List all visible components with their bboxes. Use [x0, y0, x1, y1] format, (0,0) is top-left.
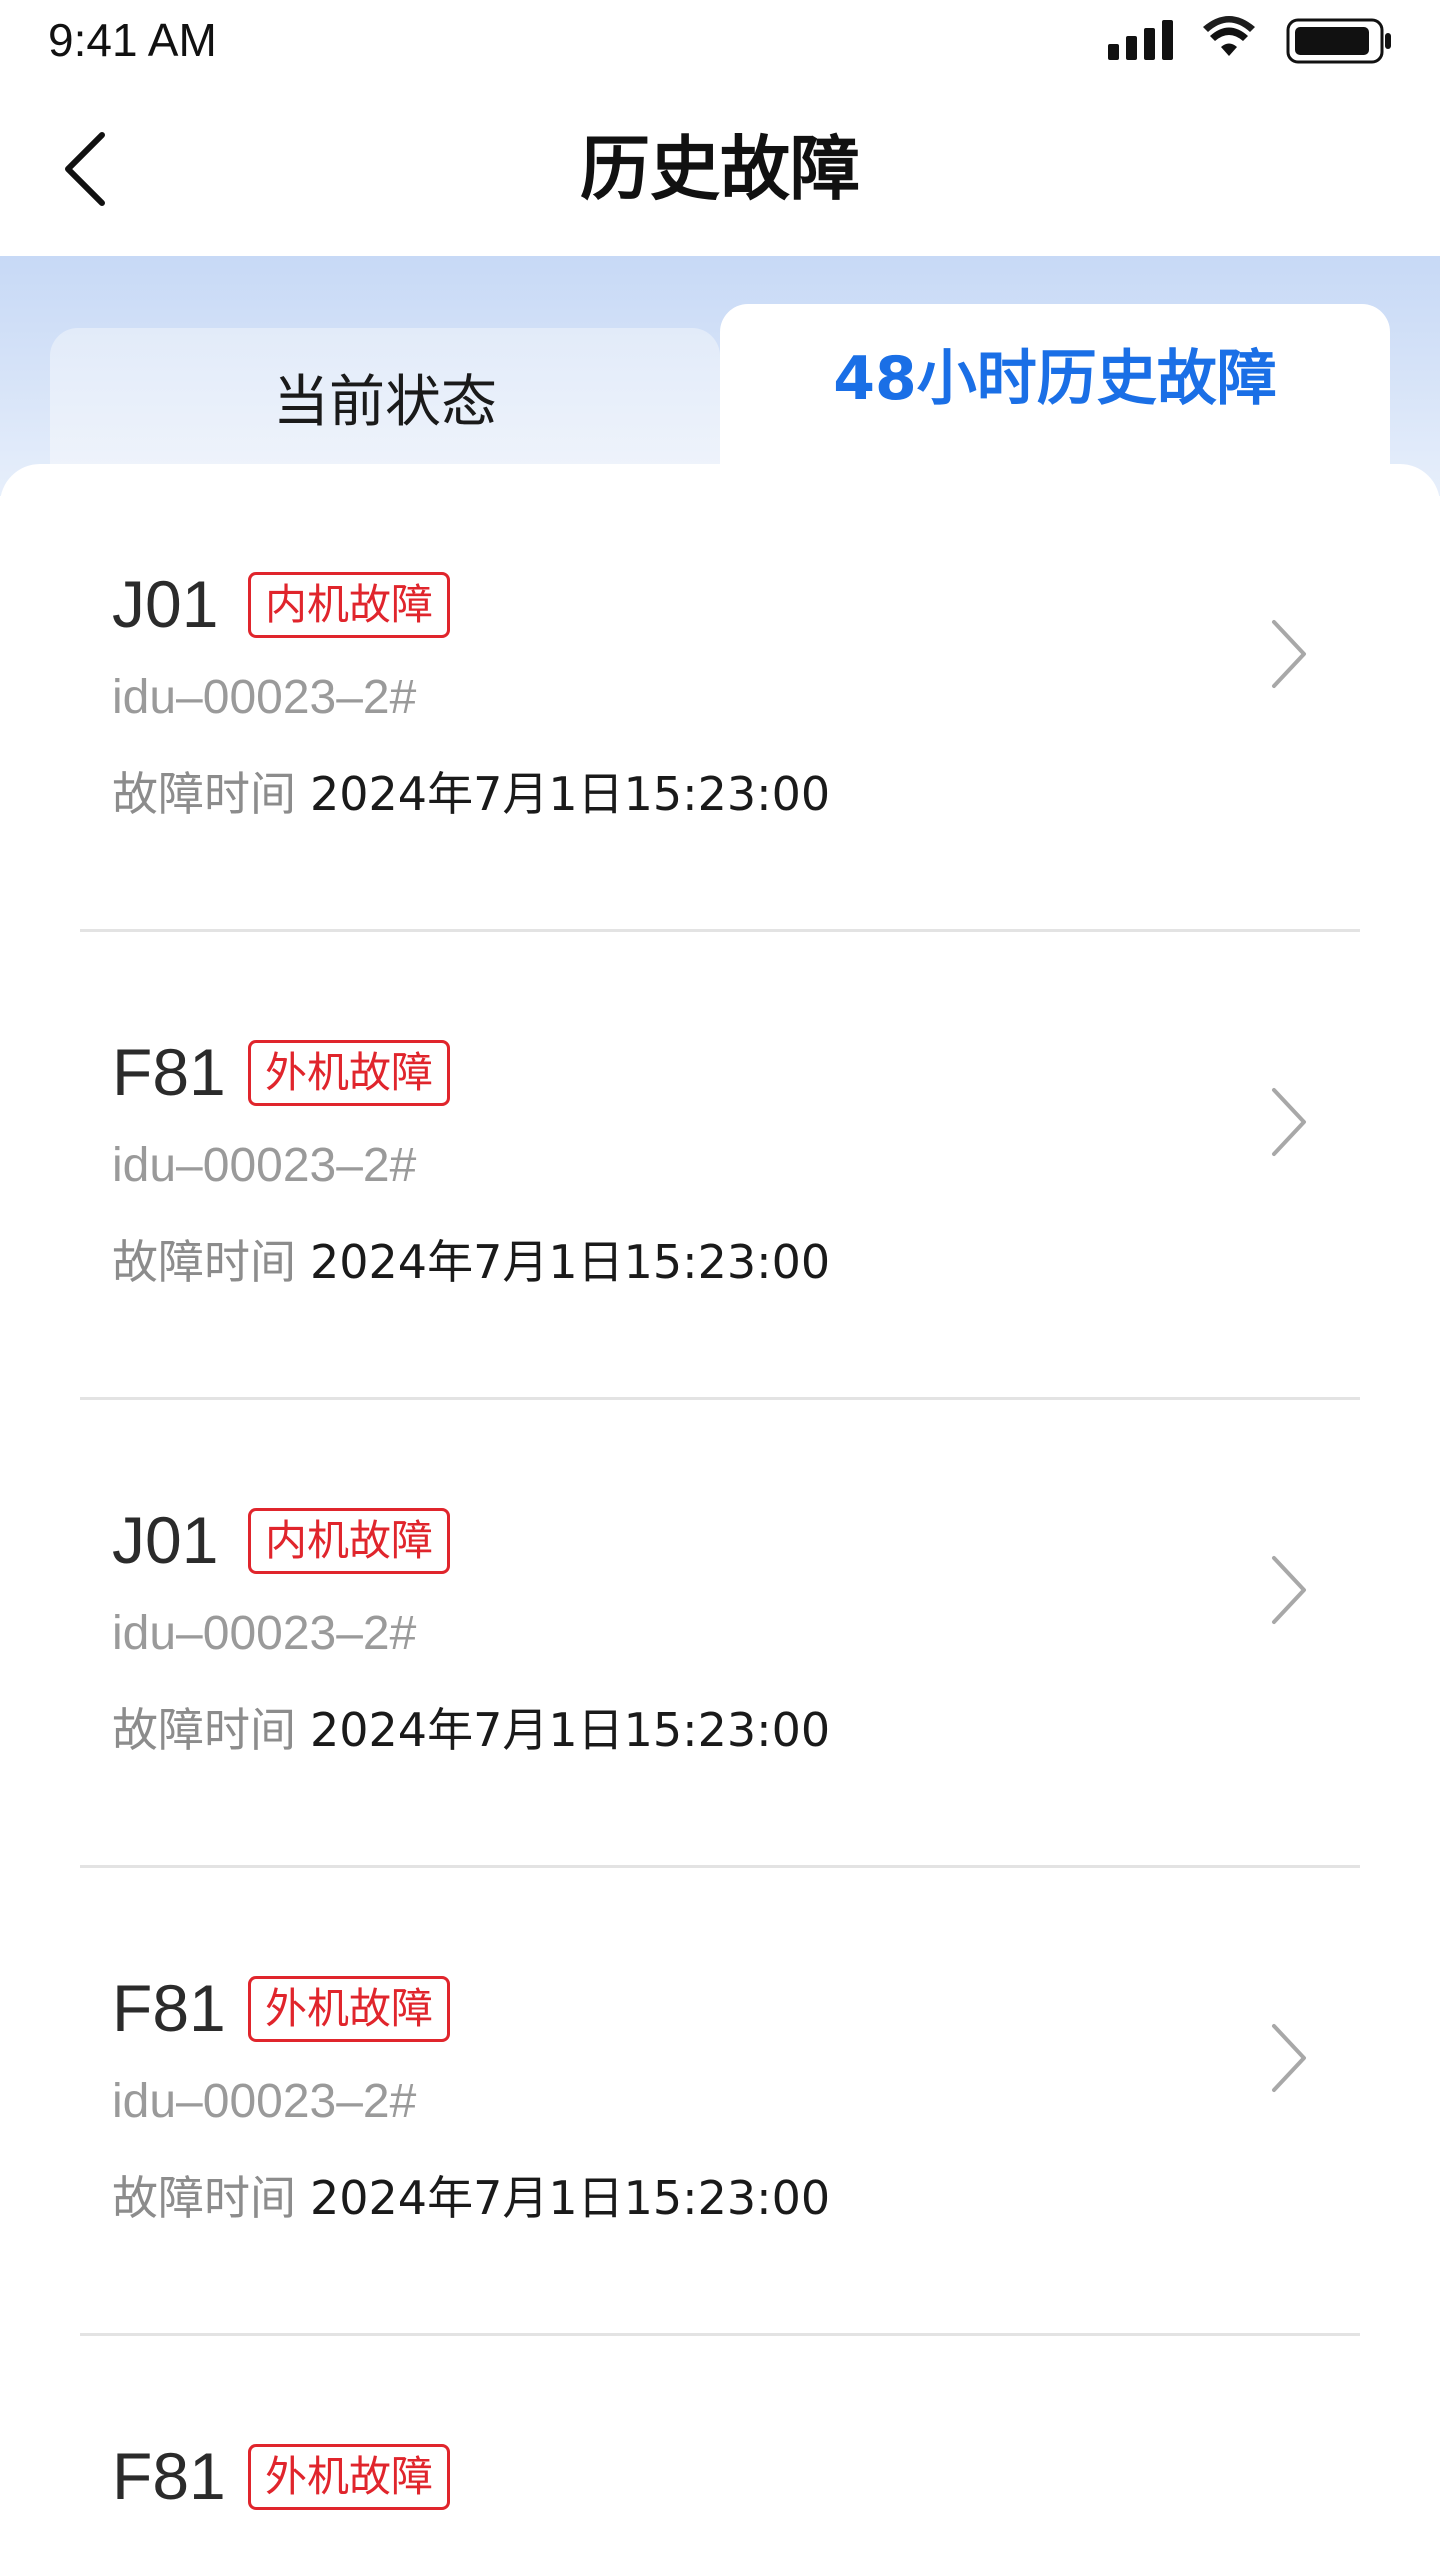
fault-type-badge: 内机故障 — [248, 572, 451, 638]
fault-time-value: 2024年7月1日15:23:00 — [310, 1235, 831, 1289]
status-time: 9:41 AM — [48, 14, 217, 66]
fault-code: F81 — [112, 1971, 226, 2045]
fault-list-item[interactable]: F81 外机故障 idu–00023–2# 故障时间 2024年7月1日15:23… — [80, 1868, 1360, 2336]
fault-code: J01 — [112, 1503, 219, 1577]
fault-list-item[interactable]: F81 外机故障 — [80, 2336, 1360, 2560]
fault-type-badge: 内机故障 — [248, 1508, 451, 1574]
fault-time-label: 故障时间 — [112, 1235, 296, 1289]
chevron-right-icon — [1272, 620, 1306, 688]
fault-list-item[interactable]: J01 内机故障 idu–00023–2# 故障时间 2024年7月1日15:23… — [80, 464, 1360, 932]
fault-time-row: 故障时间 2024年7月1日15:23:00 — [112, 2166, 830, 2241]
tab-48h-history[interactable]: 48小时历史故障 — [720, 304, 1390, 474]
tab-current-status[interactable]: 当前状态 — [50, 328, 720, 468]
tab-bar: 当前状态 48小时历史故障 — [0, 256, 1440, 496]
fault-time-row: 故障时间 2024年7月1日15:23:00 — [112, 1698, 830, 1773]
device-id: idu–00023–2# — [112, 1607, 417, 1660]
fault-type-badge: 外机故障 — [248, 1040, 451, 1106]
fault-list-item[interactable]: J01 内机故障 idu–00023–2# 故障时间 2024年7月1日15:23… — [80, 1400, 1360, 1868]
chevron-right-icon — [1272, 2024, 1306, 2092]
fault-time-label: 故障时间 — [112, 1703, 296, 1757]
fault-time-value: 2024年7月1日15:23:00 — [310, 767, 831, 821]
fault-time-row: 故障时间 2024年7月1日15:23:00 — [112, 1230, 830, 1305]
fault-time-value: 2024年7月1日15:23:00 — [310, 1703, 831, 1757]
fault-time-label: 故障时间 — [112, 767, 296, 821]
fault-code: F81 — [112, 2439, 226, 2513]
fault-code: F81 — [112, 1035, 226, 1109]
signal-icon — [1108, 20, 1173, 60]
fault-list-item[interactable]: F81 外机故障 idu–00023–2# 故障时间 2024年7月1日15:23… — [80, 932, 1360, 1400]
fault-type-badge: 外机故障 — [248, 1976, 451, 2042]
status-bar: 9:41 AM — [0, 0, 1440, 80]
device-id: idu–00023–2# — [112, 2075, 417, 2128]
device-id: idu–00023–2# — [112, 1139, 417, 1192]
fault-time-label: 故障时间 — [112, 2171, 296, 2225]
chevron-right-icon — [1272, 1556, 1306, 1624]
fault-time-row: 故障时间 2024年7月1日15:23:00 — [112, 762, 830, 837]
page-title: 历史故障 — [580, 128, 860, 210]
fault-code: J01 — [112, 567, 219, 641]
fault-time-value: 2024年7月1日15:23:00 — [310, 2171, 831, 2225]
fault-type-badge: 外机故障 — [248, 2444, 451, 2510]
fault-list: J01 内机故障 idu–00023–2# 故障时间 2024年7月1日15:23… — [0, 464, 1440, 2560]
chevron-right-icon — [1272, 1088, 1306, 1156]
nav-bar: 历史故障 — [0, 80, 1440, 256]
battery-icon — [1286, 18, 1391, 64]
device-id: idu–00023–2# — [112, 671, 417, 724]
screen: 9:41 AM 历史故障 当前状态 48小时历史故障 J01 内机故障 idu–… — [0, 0, 1440, 2560]
wifi-icon — [1203, 16, 1255, 56]
